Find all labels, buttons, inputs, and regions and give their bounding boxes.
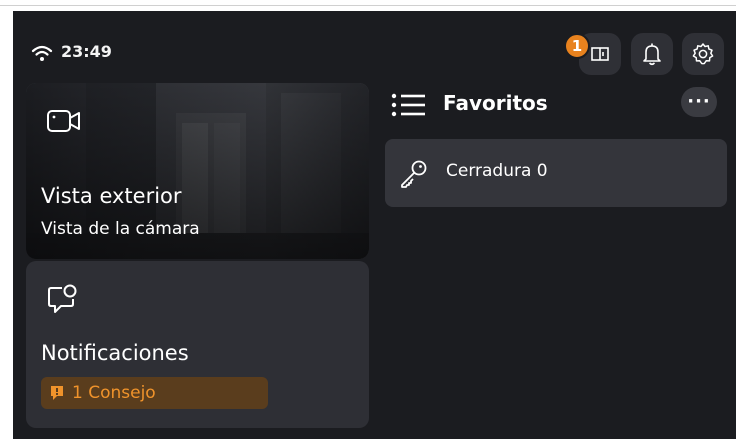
message-bubble-icon (48, 284, 77, 313)
key-icon (401, 160, 427, 188)
door-icon (591, 47, 609, 61)
notifications-button[interactable] (631, 33, 673, 75)
camera-card[interactable]: Vista exterior Vista de la cámara (26, 83, 369, 259)
settings-button[interactable] (682, 33, 724, 75)
device-screen: 23:49 1 Vista exterior Vista de la cámar… (13, 11, 736, 439)
door-badge: 1 (564, 33, 590, 59)
gear-icon (692, 43, 714, 65)
wifi-icon (31, 45, 53, 61)
notifications-card[interactable]: Notificaciones 1 Consejo (26, 261, 369, 428)
video-camera-icon (47, 110, 80, 132)
favorites-more-button[interactable]: ··· (681, 87, 717, 117)
bell-icon (643, 43, 661, 66)
clock-time: 23:49 (61, 42, 112, 61)
camera-card-subtitle: Vista de la cámara (41, 219, 200, 239)
favorite-item-label: Cerradura 0 (446, 161, 548, 181)
favorite-item[interactable]: Cerradura 0 (385, 139, 727, 207)
notifications-card-title: Notificaciones (41, 341, 189, 365)
frame-edge (0, 5, 736, 6)
tip-icon (51, 386, 63, 400)
camera-card-title: Vista exterior (41, 184, 182, 208)
list-icon (391, 93, 425, 117)
tip-chip[interactable]: 1 Consejo (41, 377, 268, 409)
tip-label: 1 Consejo (72, 383, 156, 403)
favorites-title: Favoritos (443, 91, 548, 115)
